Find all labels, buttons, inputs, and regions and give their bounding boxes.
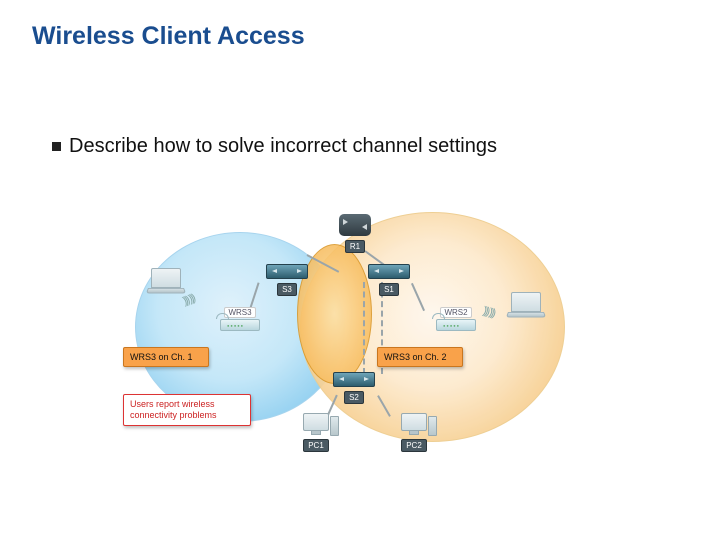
switch-s2: S2 (330, 372, 378, 405)
ap-label: WRS2 (440, 307, 471, 318)
ap-icon: ●●●●● (220, 319, 260, 331)
callout-issue: Users report wireless connectivity probl… (123, 394, 251, 426)
switch-s3: S3 (263, 264, 311, 297)
bullet-icon (52, 142, 61, 151)
pc2: PC2 (393, 413, 435, 453)
router-label: R1 (345, 240, 365, 253)
laptop-icon (151, 268, 181, 288)
switch-label: S2 (344, 391, 364, 404)
switch-icon (333, 372, 375, 387)
router-icon (339, 214, 371, 236)
switch-icon (368, 264, 410, 279)
network-diagram: ))) ))) ))) ))) R1 S3 S1 S2 WRS3 ●●●●● W… (135, 222, 585, 452)
pc-label: PC1 (303, 439, 329, 452)
router-r1: R1 (335, 214, 375, 254)
monitor-icon (303, 413, 329, 431)
switch-label: S3 (277, 283, 297, 296)
pc1: PC1 (295, 413, 337, 453)
monitor-stand-icon (311, 430, 321, 435)
tower-icon (330, 416, 339, 436)
monitor-stand-icon (409, 430, 419, 435)
ap-wrs2: WRS2 ●●●●● (431, 306, 481, 331)
ap-label: WRS3 (224, 307, 255, 318)
monitor-icon (401, 413, 427, 431)
switch-icon (266, 264, 308, 279)
laptop-keyboard-icon (506, 312, 547, 318)
tower-icon (428, 416, 437, 436)
ap-icon: ●●●●● (436, 319, 476, 331)
callout-channel-1: WRS3 on Ch. 1 (123, 347, 209, 367)
switch-label: S1 (379, 283, 399, 296)
laptop-keyboard-icon (146, 288, 187, 294)
ap-wrs3: WRS3 ●●●●● (215, 306, 265, 331)
laptop-left (145, 268, 187, 294)
pc-label: PC2 (401, 439, 427, 452)
switch-s1: S1 (365, 264, 413, 297)
slide-title: Wireless Client Access (32, 22, 305, 51)
bullet-item: Describe how to solve incorrect channel … (52, 135, 497, 158)
callout-channel-2: WRS3 on Ch. 2 (377, 347, 463, 367)
laptop-right (505, 292, 547, 318)
laptop-icon (511, 292, 541, 312)
bullet-text: Describe how to solve incorrect channel … (69, 135, 497, 157)
